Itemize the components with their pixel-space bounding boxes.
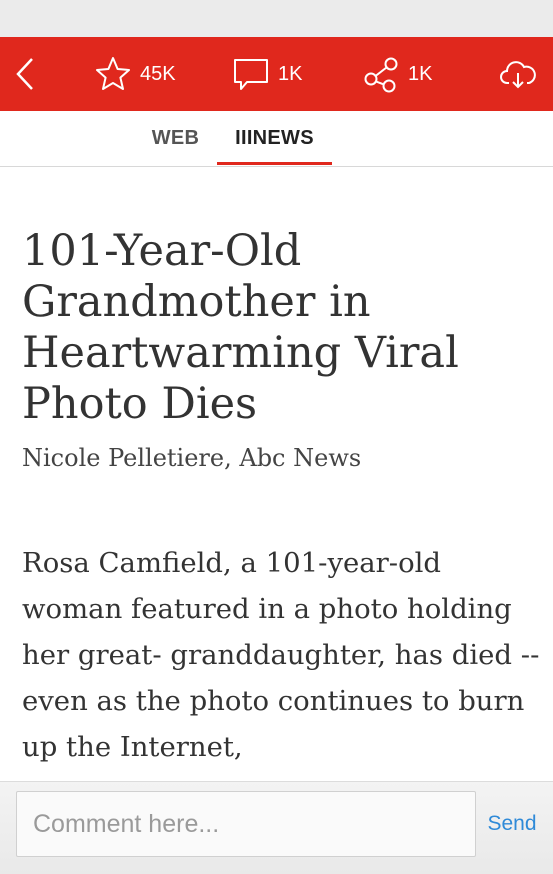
chevron-left-icon bbox=[12, 54, 38, 94]
comment-bar: Comment here... Send bbox=[0, 781, 553, 874]
tab-news[interactable]: IIINEWS bbox=[217, 111, 332, 166]
comment-input[interactable]: Comment here... bbox=[16, 791, 476, 857]
status-bar bbox=[0, 0, 553, 37]
tab-web[interactable]: WEB bbox=[138, 111, 213, 166]
star-icon bbox=[94, 55, 132, 93]
article-body: Rosa Camfield, a 101-year-old woman feat… bbox=[22, 547, 540, 763]
article-headline: 101-Year-Old Grandmother in Heartwarming… bbox=[22, 226, 459, 429]
favorite-button[interactable]: 45K bbox=[94, 37, 176, 111]
active-tab-indicator bbox=[217, 162, 332, 165]
comments-button[interactable]: 1K bbox=[232, 37, 302, 111]
share-icon bbox=[362, 55, 400, 93]
favorite-count: 45K bbox=[140, 62, 176, 85]
comments-count: 1K bbox=[278, 62, 303, 85]
send-button[interactable]: Send bbox=[482, 791, 542, 857]
article: 101-Year-Old Grandmother in Heartwarming… bbox=[22, 226, 542, 770]
back-button[interactable] bbox=[12, 37, 38, 111]
article-byline: Nicole Pelletiere, Abc News bbox=[22, 444, 362, 472]
action-bar: 45K 1K 1K bbox=[0, 37, 553, 111]
comment-placeholder: Comment here... bbox=[33, 809, 220, 838]
cloud-download-icon bbox=[499, 55, 537, 93]
share-count: 1K bbox=[408, 62, 433, 85]
download-button[interactable] bbox=[499, 37, 537, 111]
tab-bar: WEB IIINEWS bbox=[0, 111, 553, 167]
speech-bubble-icon bbox=[232, 55, 270, 93]
share-button[interactable]: 1K bbox=[362, 37, 432, 111]
